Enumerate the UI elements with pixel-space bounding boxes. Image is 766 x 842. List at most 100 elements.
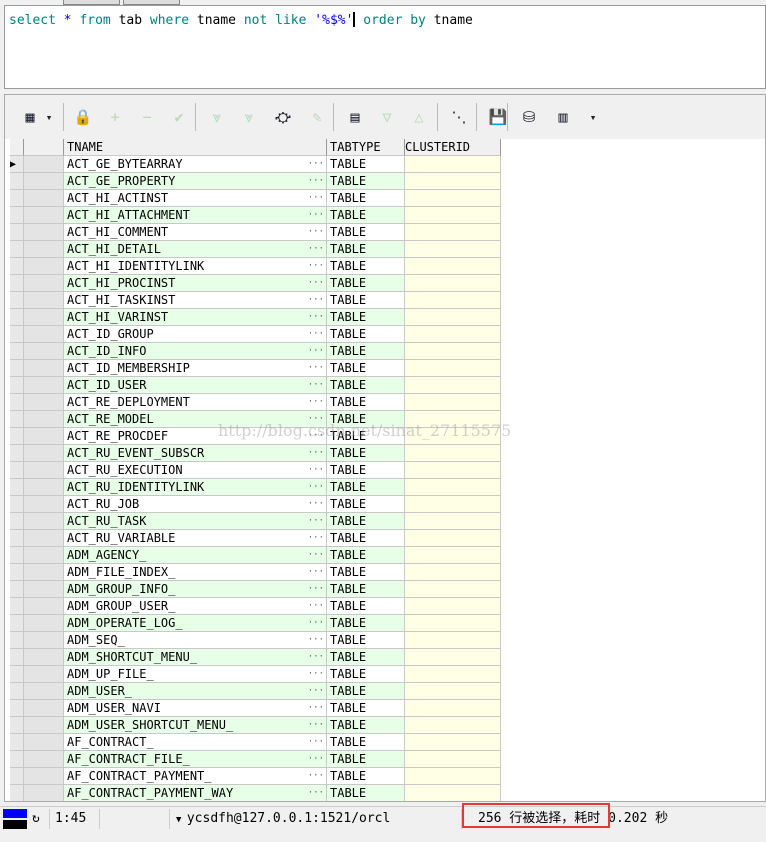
table-row[interactable]: ▶ ACT_GE_BYTEARRAY ··· TABLE	[10, 156, 502, 173]
cell-clusterid[interactable]	[405, 751, 501, 768]
cell-clusterid[interactable]	[405, 496, 501, 513]
cell-clusterid[interactable]	[405, 462, 501, 479]
column-header-tabtype[interactable]: TABTYPE	[327, 139, 405, 156]
table-row[interactable]: ACT_HI_IDENTITYLINK ··· TABLE	[10, 258, 502, 275]
ellipsis-button[interactable]: ···	[308, 700, 324, 716]
ellipsis-button[interactable]: ···	[308, 615, 324, 631]
table-row[interactable]: ACT_ID_MEMBERSHIP ··· TABLE	[10, 360, 502, 377]
cell-tname[interactable]: ADM_USER_NAVI ···	[64, 700, 327, 717]
cell-clusterid[interactable]	[405, 768, 501, 785]
cell-tname[interactable]: ACT_GE_PROPERTY ···	[64, 173, 327, 190]
table-row[interactable]: ADM_SHORTCUT_MENU_ ··· TABLE	[10, 649, 502, 666]
query-icon[interactable]: ▤	[343, 105, 367, 129]
cell-tabtype[interactable]: TABLE	[327, 700, 405, 717]
cell-tabtype[interactable]: TABLE	[327, 683, 405, 700]
ellipsis-button[interactable]: ···	[308, 785, 324, 801]
ellipsis-button[interactable]: ···	[308, 326, 324, 342]
cell-tabtype[interactable]: TABLE	[327, 530, 405, 547]
cell-tname[interactable]: ADM_USER_ ···	[64, 683, 327, 700]
cell-tname[interactable]: ACT_HI_TASKINST ···	[64, 292, 327, 309]
clear-icon[interactable]: ✎	[305, 105, 329, 129]
cell-clusterid[interactable]	[405, 717, 501, 734]
table-row[interactable]: ACT_HI_ACTINST ··· TABLE	[10, 190, 502, 207]
ellipsis-button[interactable]: ···	[308, 666, 324, 682]
ellipsis-button[interactable]: ···	[308, 581, 324, 597]
table-row[interactable]: ACT_RU_TASK ··· TABLE	[10, 513, 502, 530]
table-row[interactable]: ACT_RU_JOB ··· TABLE	[10, 496, 502, 513]
cell-tname[interactable]: ACT_RU_JOB ···	[64, 496, 327, 513]
cell-tabtype[interactable]: TABLE	[327, 292, 405, 309]
cell-clusterid[interactable]	[405, 258, 501, 275]
arrow-up-icon[interactable]: △	[407, 105, 431, 129]
ellipsis-button[interactable]: ···	[308, 292, 324, 308]
ellipsis-button[interactable]: ···	[308, 394, 324, 410]
cell-clusterid[interactable]	[405, 615, 501, 632]
table-row[interactable]: AF_CONTRACT_PAYMENT_WAY ··· TABLE	[10, 785, 502, 801]
check-icon[interactable]: ✔	[167, 105, 191, 129]
cell-tname[interactable]: ACT_HI_COMMENT ···	[64, 224, 327, 241]
cell-clusterid[interactable]	[405, 683, 501, 700]
cell-clusterid[interactable]	[405, 394, 501, 411]
cell-clusterid[interactable]	[405, 275, 501, 292]
cell-clusterid[interactable]	[405, 547, 501, 564]
cell-tname[interactable]: AF_CONTRACT_PAYMENT_ ···	[64, 768, 327, 785]
cell-tabtype[interactable]: TABLE	[327, 207, 405, 224]
table-row[interactable]: ADM_USER_SHORTCUT_MENU_ ··· TABLE	[10, 717, 502, 734]
cell-tname[interactable]: ACT_ID_USER ···	[64, 377, 327, 394]
table-row[interactable]: ACT_HI_VARINST ··· TABLE	[10, 309, 502, 326]
cell-clusterid[interactable]	[405, 411, 501, 428]
table-row[interactable]: ACT_RE_DEPLOYMENT ··· TABLE	[10, 394, 502, 411]
table-row[interactable]: ACT_ID_USER ··· TABLE	[10, 377, 502, 394]
cell-clusterid[interactable]	[405, 700, 501, 717]
cell-tabtype[interactable]: TABLE	[327, 275, 405, 292]
column-header-tname[interactable]: TNAME	[64, 139, 327, 156]
cell-tabtype[interactable]: TABLE	[327, 479, 405, 496]
ellipsis-button[interactable]: ···	[308, 445, 324, 461]
ellipsis-button[interactable]: ···	[308, 428, 324, 444]
table-row[interactable]: ACT_HI_COMMENT ··· TABLE	[10, 224, 502, 241]
cell-tabtype[interactable]: TABLE	[327, 734, 405, 751]
table-row[interactable]: ACT_ID_INFO ··· TABLE	[10, 343, 502, 360]
cell-tabtype[interactable]: TABLE	[327, 598, 405, 615]
cell-clusterid[interactable]	[405, 173, 501, 190]
cell-tname[interactable]: ACT_RU_EXECUTION ···	[64, 462, 327, 479]
chart-icon[interactable]: ▥	[551, 105, 575, 129]
cell-tname[interactable]: ACT_RU_EVENT_SUBSCR ···	[64, 445, 327, 462]
cell-tabtype[interactable]: TABLE	[327, 547, 405, 564]
cell-clusterid[interactable]	[405, 292, 501, 309]
cell-tname[interactable]: ADM_UP_FILE_ ···	[64, 666, 327, 683]
cell-tname[interactable]: ACT_RU_IDENTITYLINK ···	[64, 479, 327, 496]
table-row[interactable]: ACT_RU_EVENT_SUBSCR ··· TABLE	[10, 445, 502, 462]
cell-clusterid[interactable]	[405, 241, 501, 258]
cell-tname[interactable]: ACT_HI_IDENTITYLINK ···	[64, 258, 327, 275]
cell-tabtype[interactable]: TABLE	[327, 190, 405, 207]
ellipsis-button[interactable]: ···	[308, 275, 324, 291]
ellipsis-button[interactable]: ···	[308, 530, 324, 546]
cell-tname[interactable]: ACT_HI_ATTACHMENT ···	[64, 207, 327, 224]
table-row[interactable]: ACT_RE_PROCDEF ··· TABLE	[10, 428, 502, 445]
cell-clusterid[interactable]	[405, 360, 501, 377]
cell-tabtype[interactable]: TABLE	[327, 581, 405, 598]
ellipsis-button[interactable]: ···	[308, 309, 324, 325]
cell-tname[interactable]: AF_CONTRACT_PAYMENT_WAY ···	[64, 785, 327, 801]
ellipsis-button[interactable]: ···	[308, 496, 324, 512]
cell-clusterid[interactable]	[405, 326, 501, 343]
connection-selector[interactable]: ▼ ycsdfh@127.0.0.1:1521/orcl	[172, 809, 462, 829]
arrow-down-icon[interactable]: ▽	[375, 105, 399, 129]
cell-clusterid[interactable]	[405, 156, 501, 173]
cell-tname[interactable]: ACT_GE_BYTEARRAY ···	[64, 156, 327, 173]
table-row[interactable]: ADM_SEQ_ ··· TABLE	[10, 632, 502, 649]
ellipsis-button[interactable]: ···	[308, 717, 324, 733]
cell-tabtype[interactable]: TABLE	[327, 768, 405, 785]
cell-clusterid[interactable]	[405, 445, 501, 462]
table-row[interactable]: ADM_OPERATE_LOG_ ··· TABLE	[10, 615, 502, 632]
table-row[interactable]: ADM_UP_FILE_ ··· TABLE	[10, 666, 502, 683]
cell-clusterid[interactable]	[405, 632, 501, 649]
cell-tabtype[interactable]: TABLE	[327, 428, 405, 445]
cell-tname[interactable]: ADM_OPERATE_LOG_ ···	[64, 615, 327, 632]
cell-tabtype[interactable]: TABLE	[327, 258, 405, 275]
fetch-all-icon[interactable]: ⩔	[237, 105, 261, 129]
cell-clusterid[interactable]	[405, 581, 501, 598]
table-row[interactable]: ACT_HI_ATTACHMENT ··· TABLE	[10, 207, 502, 224]
table-row[interactable]: ADM_AGENCY_ ··· TABLE	[10, 547, 502, 564]
